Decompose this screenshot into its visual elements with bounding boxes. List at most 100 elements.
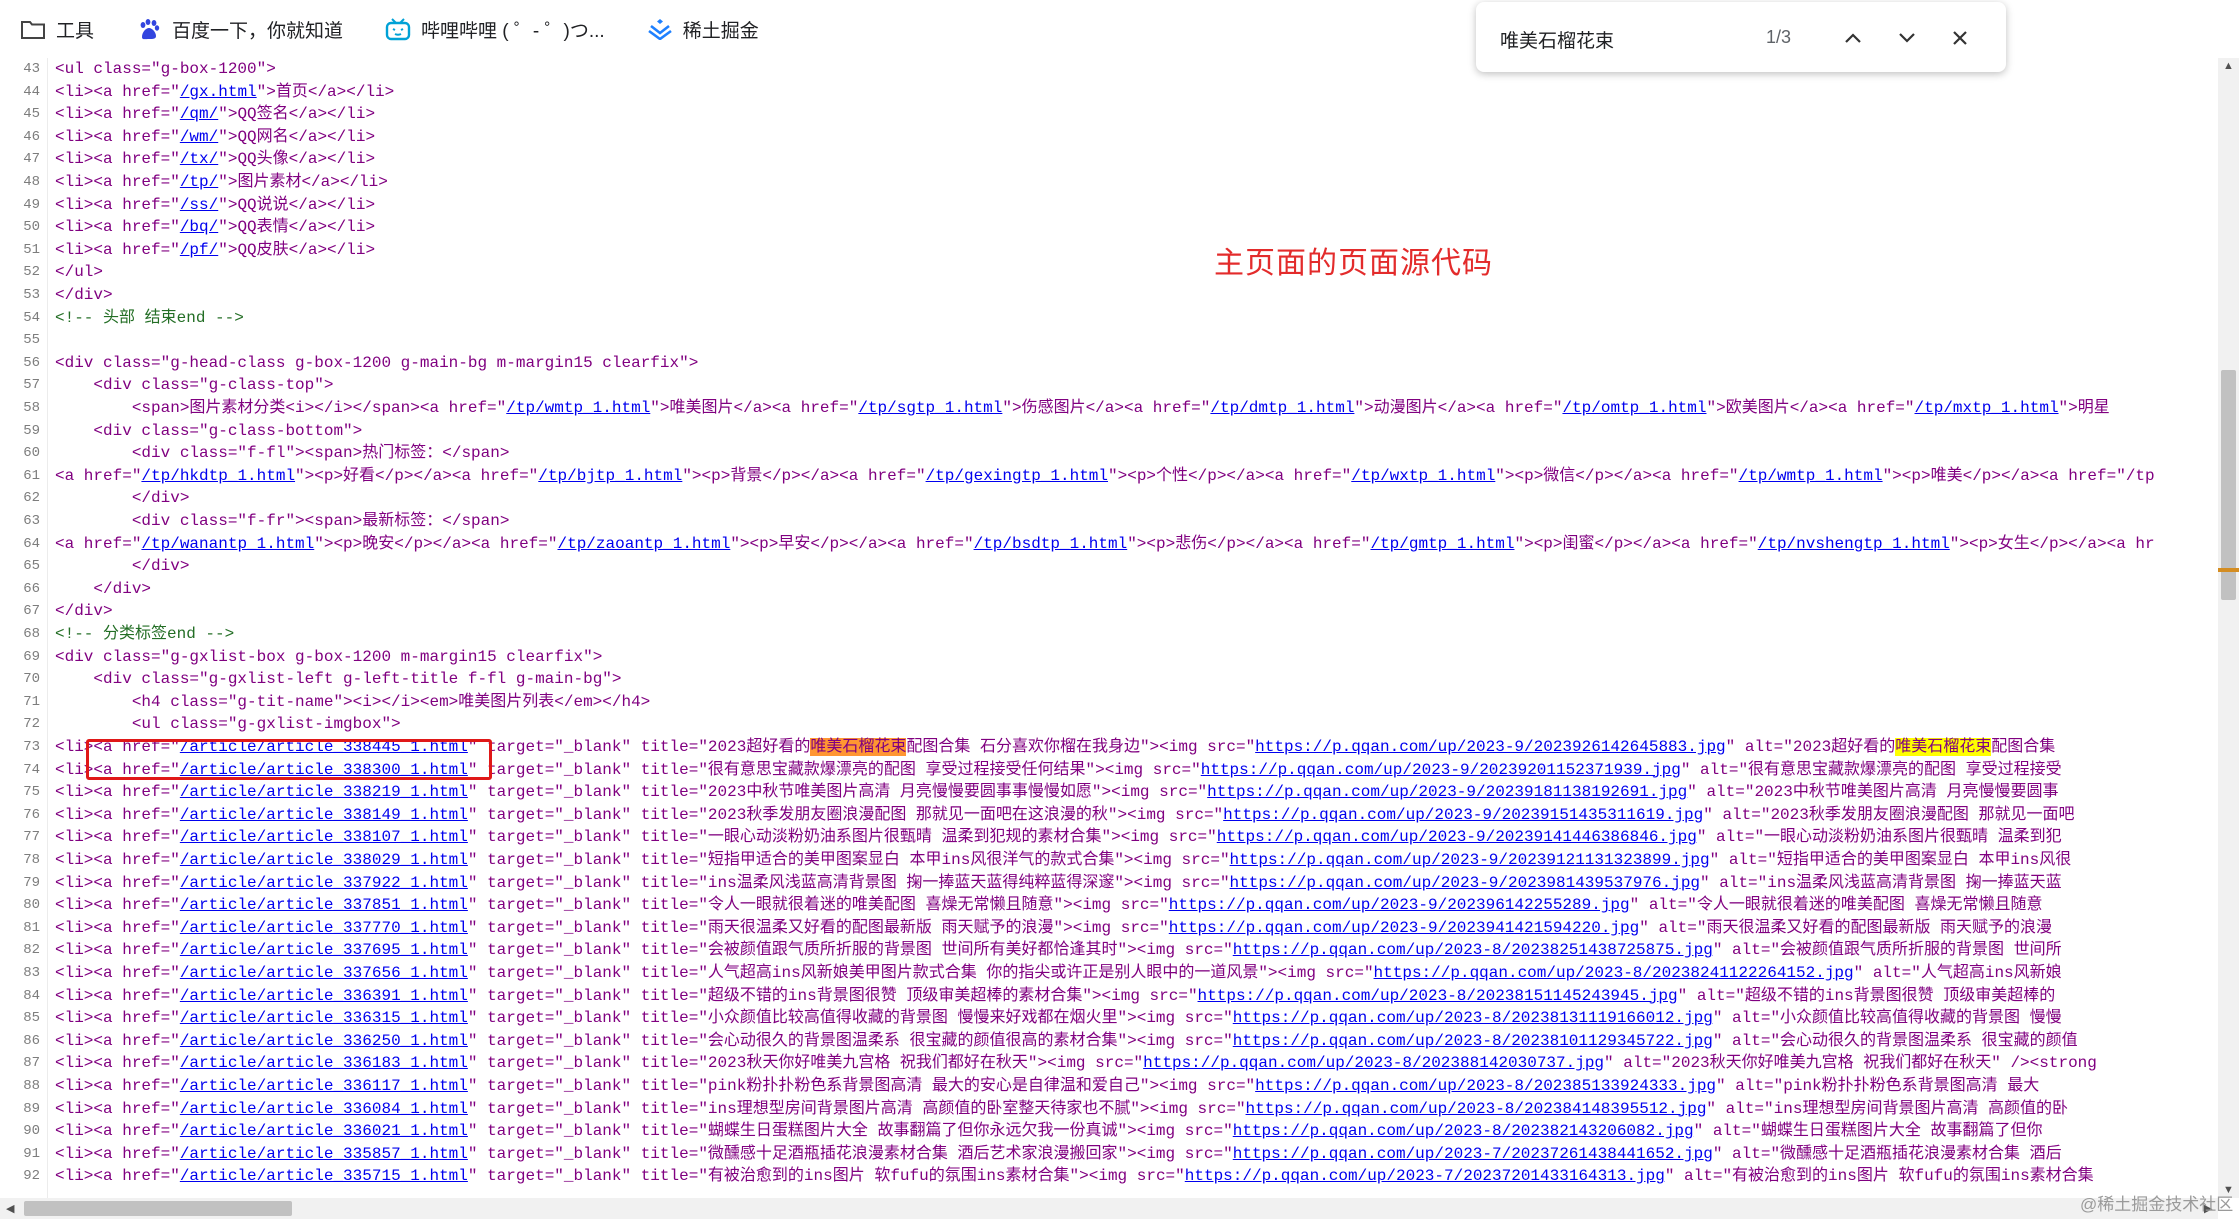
code-link[interactable]: https://p.qqan.com/up/2023-9/20239121131… <box>1230 851 1710 869</box>
horizontal-scrollbar[interactable] <box>0 1198 2218 1219</box>
code-link[interactable]: /gx.html <box>180 83 257 101</box>
bookmark-label: 稀土掘金 <box>682 20 759 42</box>
code-link[interactable]: /tp/zaoantp_1.html <box>558 535 731 553</box>
code-text: "><p>唯美</p></a><a href="/tp <box>1882 466 2155 485</box>
annotation-text: 主页面的页面源代码 <box>1214 247 1493 280</box>
code-link[interactable]: /article/article_336117_1.html <box>180 1077 468 1095</box>
code-link[interactable]: /tp/bjtp_1.html <box>538 467 682 485</box>
code-link[interactable]: /article/article_338029_1.html <box>180 851 468 869</box>
code-link[interactable]: https://p.qqan.com/up/2023-9/20239201152… <box>1201 761 1681 779</box>
line-number: 44 <box>23 83 40 100</box>
code-link[interactable]: /article/article_338149_1.html <box>180 806 468 824</box>
code-link[interactable]: https://p.qqan.com/up/2023-9/20239141446… <box>1217 828 1697 846</box>
line-text: <li><a href="/article/article_337851_1.h… <box>55 894 2042 916</box>
code-link[interactable]: /article/article_336183_1.html <box>180 1054 468 1072</box>
code-link[interactable]: /tp/dmtp_1.html <box>1210 399 1354 417</box>
code-link[interactable]: /tp/mxtp_1.html <box>1915 399 2059 417</box>
code-link[interactable]: /article/article_338107_1.html <box>180 828 468 846</box>
code-text: <li><a href=" <box>55 218 180 237</box>
code-link[interactable]: /tp/sgtp_1.html <box>858 399 1002 417</box>
code-link[interactable]: /article/article_337656_1.html <box>180 964 468 982</box>
code-text: ">首页</a></li> <box>256 82 395 101</box>
code-link[interactable]: /article/article_336391_1.html <box>180 987 468 1005</box>
code-link[interactable]: /article/article_338219_1.html <box>180 783 468 801</box>
line-number: 70 <box>23 671 40 688</box>
code-link[interactable]: https://p.qqan.com/up/2023-8/20238814203… <box>1143 1054 1604 1072</box>
bookmark-bilibili[interactable]: 哔哩哔哩 ( ゜- ゜)つ... <box>385 16 605 43</box>
line-number: 84 <box>23 987 40 1004</box>
code-link[interactable]: https://p.qqan.com/up/2023-8/20238214320… <box>1233 1122 1694 1140</box>
bookmark-tools[interactable]: 工具 <box>20 16 94 43</box>
code-link[interactable]: /article/article_337695_1.html <box>180 941 468 959</box>
code-link[interactable]: /tp/hkdtp_1.html <box>141 467 295 485</box>
bookmark-baidu[interactable]: 百度一下，你就知道 <box>136 16 343 43</box>
find-close-button[interactable] <box>1946 24 1974 52</box>
code-link[interactable]: /article/article_336250_1.html <box>180 1032 468 1050</box>
code-link[interactable]: https://p.qqan.com/up/2023-8/20238513392… <box>1255 1077 1716 1095</box>
code-link[interactable]: /article/article_335715_1.html <box>180 1167 468 1185</box>
code-text: " alt="很有意思宝藏款爆漂亮的配图 享受过程接受 <box>1680 760 2062 779</box>
code-link[interactable]: /article/article_336315_1.html <box>180 1009 468 1027</box>
code-line: 76 <li><a href="/article/article_338149_1… <box>0 804 2218 826</box>
code-link[interactable]: /tp/bsdtp_1.html <box>974 535 1128 553</box>
code-line: 71 <h4 class="g-tit-name"><i></i><em>唯美图… <box>0 691 2218 713</box>
code-line: 80 <li><a href="/article/article_337851_1… <box>0 894 2218 916</box>
code-text: </div> <box>55 579 152 598</box>
code-link[interactable]: /ss/ <box>180 196 218 214</box>
bookmark-juejin[interactable]: 稀土掘金 <box>647 16 759 43</box>
code-link[interactable]: /tp/wmtp_1.html <box>506 399 650 417</box>
code-link[interactable]: https://p.qqan.com/up/2023-8/20238251438… <box>1233 941 1713 959</box>
line-number: 86 <box>23 1032 40 1049</box>
code-link[interactable]: /pf/ <box>180 241 218 259</box>
line-number: 55 <box>23 332 40 349</box>
code-text: ">明星 <box>2058 399 2110 417</box>
code-link[interactable]: /bq/ <box>180 218 218 236</box>
code-link[interactable]: https://p.qqan.com/up/2023-9/20239414215… <box>1169 919 1639 937</box>
code-link[interactable]: /article/article_336021_1.html <box>180 1122 468 1140</box>
code-link[interactable]: /tp/omtp_1.html <box>1562 399 1706 417</box>
line-text: </div> <box>55 600 113 622</box>
line-number: 51 <box>23 241 40 258</box>
code-link[interactable]: /tp/ <box>180 173 218 191</box>
code-text: <div class="f-fr"><span>最新标签：</span> <box>55 512 510 530</box>
code-link[interactable]: /qm/ <box>180 105 218 123</box>
code-link[interactable]: https://p.qqan.com/up/2023-8/20238241122… <box>1374 964 1854 982</box>
code-link[interactable]: https://p.qqan.com/up/2023-9/20239151435… <box>1223 806 1703 824</box>
code-link[interactable]: https://p.qqan.com/up/2023-9/20239181138… <box>1207 783 1687 801</box>
line-number: 78 <box>23 852 40 868</box>
code-link[interactable]: /tp/gexingtp_1.html <box>926 467 1108 485</box>
code-link[interactable]: https://p.qqan.com/up/2023-7/20237261438… <box>1233 1145 1713 1163</box>
code-link[interactable]: https://p.qqan.com/up/2023-8/20238131119… <box>1233 1009 1713 1027</box>
code-text: " alt="短指甲适合的美甲图案显白 本甲ins风很 <box>1709 851 2072 869</box>
code-link[interactable]: https://p.qqan.com/up/2023-8/20238101129… <box>1233 1032 1713 1050</box>
horizontal-scrollbar-thumb[interactable] <box>24 1201 292 1216</box>
code-link[interactable]: /tp/gmtp_1.html <box>1370 535 1514 553</box>
code-link[interactable]: https://p.qqan.com/up/2023-9/20239814395… <box>1230 874 1700 892</box>
code-link[interactable]: /article/article_335857_1.html <box>180 1145 468 1163</box>
code-link[interactable]: /tp/nvshengtp_1.html <box>1758 535 1950 553</box>
code-link[interactable]: /wm/ <box>180 128 218 146</box>
scroll-up-arrow-icon[interactable]: ▲ <box>2223 60 2234 72</box>
code-link[interactable]: /article/article_337851_1.html <box>180 896 468 914</box>
find-input[interactable] <box>1498 24 1762 54</box>
code-link[interactable]: https://p.qqan.com/up/2023-9/20239261426… <box>1255 738 1725 756</box>
code-link[interactable]: /article/article_337922_1.html <box>180 874 468 892</box>
code-link[interactable]: /tx/ <box>180 150 218 168</box>
code-text: </div> <box>55 602 113 621</box>
code-link[interactable]: https://p.qqan.com/up/2023-8/20238414839… <box>1246 1100 1707 1118</box>
code-link[interactable]: https://p.qqan.com/up/2023-7/20237201433… <box>1185 1167 1665 1185</box>
code-link[interactable]: /tp/wxtp_1.html <box>1351 467 1495 485</box>
code-link[interactable]: https://p.qqan.com/up/2023-9/20239614225… <box>1169 896 1630 914</box>
code-link[interactable]: https://p.qqan.com/up/2023-8/20238151145… <box>1198 987 1678 1005</box>
vertical-scrollbar-thumb[interactable] <box>2221 370 2236 600</box>
code-link[interactable]: /article/article_336084_1.html <box>180 1100 468 1118</box>
code-text: "><p>好看</p></a><a href=" <box>295 466 539 485</box>
code-link[interactable]: /article/article_337770_1.html <box>180 919 468 937</box>
scroll-left-arrow-icon[interactable]: ◀ <box>6 1202 14 1215</box>
code-link[interactable]: /tp/wmtp_1.html <box>1739 467 1883 485</box>
find-previous-button[interactable] <box>1839 24 1867 52</box>
find-next-button[interactable] <box>1893 24 1921 52</box>
line-number: 57 <box>23 377 40 394</box>
vertical-scrollbar[interactable] <box>2218 58 2239 1198</box>
code-link[interactable]: /tp/wanantp_1.html <box>141 535 314 553</box>
